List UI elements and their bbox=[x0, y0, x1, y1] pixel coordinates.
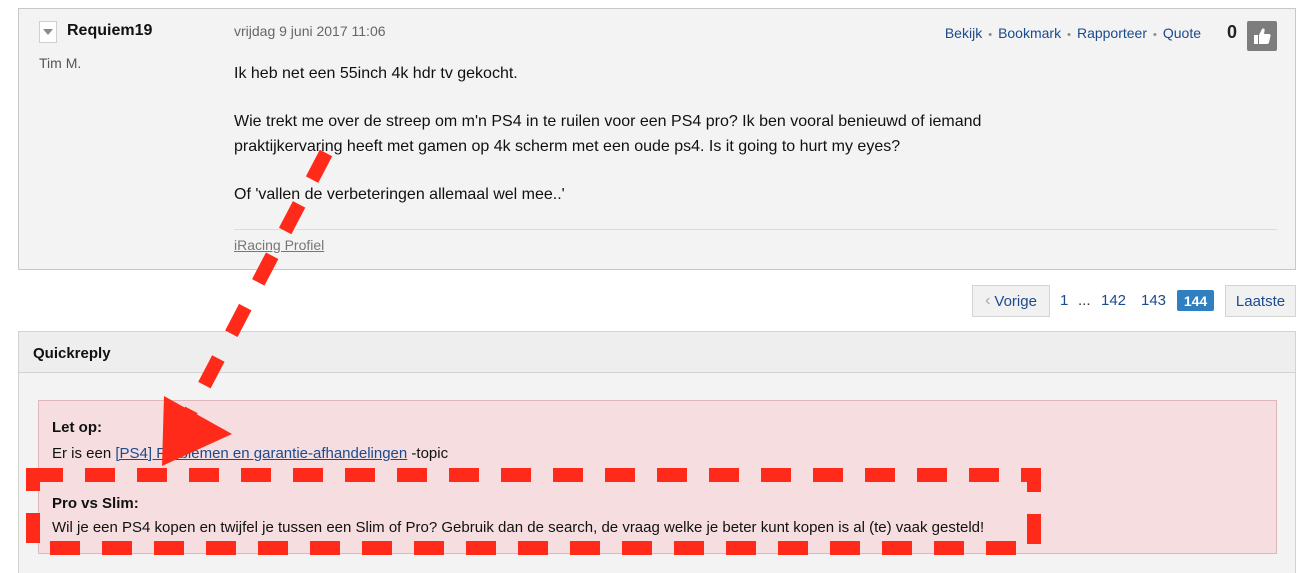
post-actions: Bekijk • Bookmark • Rapporteer • Quote bbox=[945, 25, 1201, 41]
like-button[interactable] bbox=[1247, 21, 1277, 51]
post-message: Ik heb net een 55inch 4k hdr tv gekocht.… bbox=[234, 61, 1134, 207]
post-score: 0 bbox=[1227, 22, 1238, 42]
post-date: vrijdag 9 juni 2017 11:06 bbox=[234, 23, 386, 39]
notice-box: Let op: Er is een [PS4] Problemen en gar… bbox=[38, 400, 1277, 554]
chevron-left-icon: ‹ bbox=[985, 292, 991, 309]
report-link[interactable]: Rapporteer bbox=[1077, 25, 1147, 41]
notice-text: Er is een [PS4] Problemen en garantie-af… bbox=[52, 445, 448, 462]
pagination-ellipsis: ... bbox=[1078, 292, 1091, 309]
thumbs-up-icon bbox=[1254, 28, 1271, 44]
quote-link[interactable]: Quote bbox=[1163, 25, 1201, 41]
notice-text: Wil je een PS4 kopen en twijfel je tusse… bbox=[52, 519, 985, 536]
previous-label: Vorige bbox=[994, 292, 1037, 310]
separator: • bbox=[988, 29, 993, 41]
view-link[interactable]: Bekijk bbox=[945, 25, 982, 41]
message-line: Wie trekt me over de streep om m'n PS4 i… bbox=[234, 113, 982, 130]
signature-divider bbox=[234, 229, 1277, 230]
forum-post: Requiem19 Tim M. vrijdag 9 juni 2017 11:… bbox=[18, 8, 1296, 270]
topic-link[interactable]: [PS4] Problemen en garantie-afhandelinge… bbox=[115, 445, 407, 462]
page-link-first[interactable]: 1 bbox=[1060, 292, 1068, 309]
separator: • bbox=[1067, 29, 1071, 41]
previous-page-button[interactable]: ‹ Vorige bbox=[972, 285, 1050, 317]
message-line: Ik heb net een 55inch 4k hdr tv gekocht. bbox=[234, 65, 518, 82]
quickreply-header: Quickreply bbox=[18, 331, 1296, 373]
page-link[interactable]: 142 bbox=[1101, 292, 1126, 309]
signature-link[interactable]: iRacing Profiel bbox=[234, 237, 324, 253]
last-label: Laatste bbox=[1235, 292, 1286, 310]
bookmark-link[interactable]: Bookmark bbox=[998, 25, 1061, 41]
separator: • bbox=[1153, 29, 1157, 41]
notice-heading: Let op: bbox=[52, 419, 102, 436]
notice-heading: Pro vs Slim: bbox=[52, 495, 139, 512]
notice-text-prefix: Er is een bbox=[52, 445, 112, 462]
post-toggle-button[interactable] bbox=[39, 21, 57, 43]
message-line: Of 'vallen de verbeteringen allemaal wel… bbox=[234, 186, 565, 203]
post-username[interactable]: Requiem19 bbox=[67, 22, 152, 40]
quickreply-title: Quickreply bbox=[33, 345, 111, 362]
current-page: 144 bbox=[1177, 290, 1214, 311]
notice-text-suffix: -topic bbox=[411, 445, 449, 462]
post-realname: Tim M. bbox=[39, 55, 82, 71]
chevron-down-icon bbox=[43, 29, 53, 35]
page-link[interactable]: 143 bbox=[1141, 292, 1166, 309]
last-page-button[interactable]: Laatste bbox=[1225, 285, 1296, 317]
message-line: praktijkervaring heeft met gamen op 4k s… bbox=[234, 138, 901, 155]
